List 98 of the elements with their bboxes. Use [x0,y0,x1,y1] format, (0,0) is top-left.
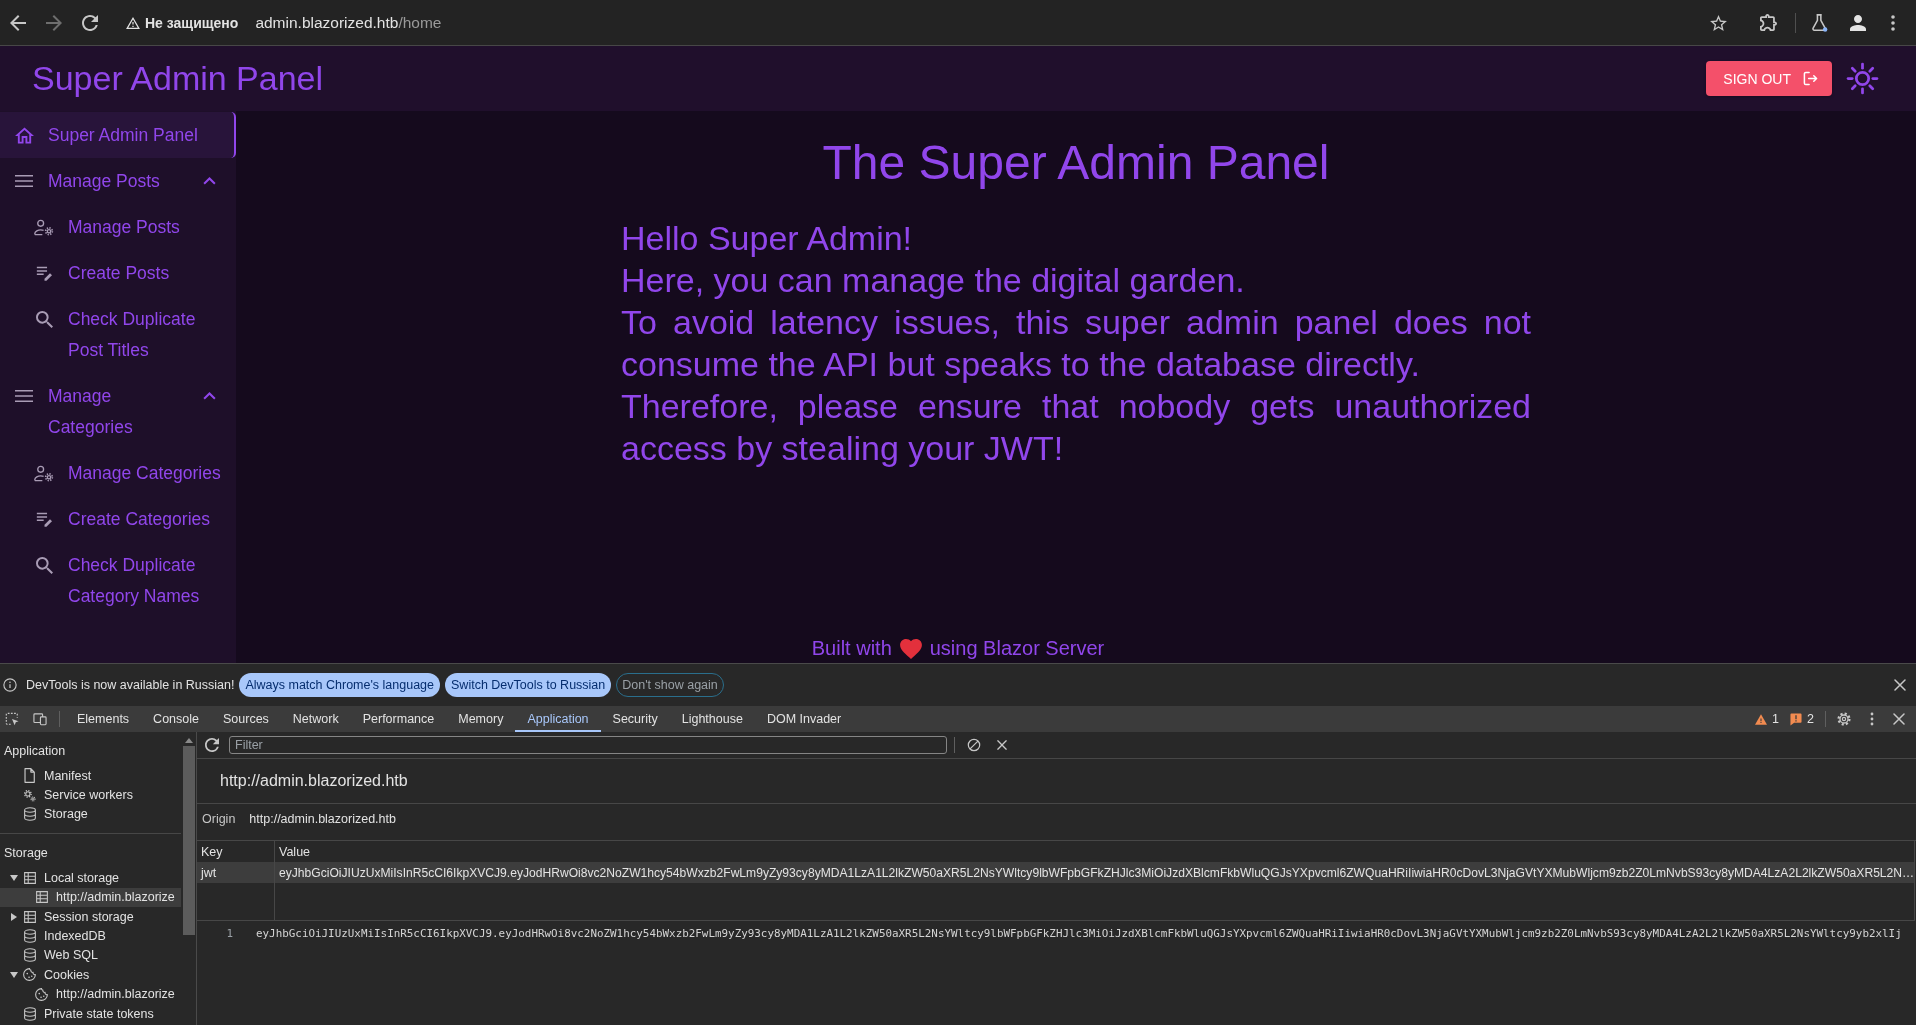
sun-icon[interactable] [1846,62,1879,95]
cookie-icon [35,987,48,1001]
tree-item[interactable]: http://admin.blazorize [0,887,181,907]
issue-icon [1790,712,1803,726]
nav-item[interactable]: Manage Posts [0,204,236,250]
table-cell: jwt [197,862,275,883]
heart-icon [899,638,922,659]
reload-icon[interactable] [82,14,98,31]
circle-slash-icon[interactable] [967,738,981,752]
line-number: 1 [226,926,233,940]
devices-icon[interactable] [33,712,47,726]
tree-item[interactable]: Local storage [0,868,181,888]
tree-item[interactable]: Cookies [0,965,181,985]
menu-icon [15,175,33,187]
devtools-tab[interactable]: Memory [446,706,516,732]
infobar-button[interactable]: Switch DevTools to Russian [445,673,612,697]
user-gear-icon [34,464,54,482]
tree-item[interactable]: Service workers [0,785,181,805]
devtools-tab[interactable]: Network [280,706,351,732]
close-icon[interactable] [1893,713,1905,725]
database-icon [23,807,36,822]
table-icon [23,910,36,923]
origin-label: Origin [202,812,236,826]
search-icon [35,310,53,328]
devtools-tab[interactable]: Lighthouse [669,706,755,732]
devtools-tab[interactable]: Security [600,706,670,732]
warning-icon [1755,713,1768,725]
tree-item[interactable]: IndexedDB [0,926,181,946]
list-pencil-icon [34,264,54,282]
table-row[interactable] [197,862,1914,883]
devtools-tab[interactable]: Elements [65,706,142,732]
puzzle-icon[interactable] [1760,14,1777,31]
warning-icon [126,16,140,29]
page-title: The Super Admin Panel [822,135,1330,191]
infobar-message: DevTools is now available in Russian! [26,678,235,692]
column-header[interactable]: Value [275,841,1914,862]
code-line: eyJhbGciOiJIUzUxMiIsInR5cCI6IkpXVCJ9.eyJodHRwOi8vc2NoZW1hcy54bWxzb2FwLm9yZy93cy8yMDA1LzA1L2lkZW50aXR5L2NsYWltcy9lbWFpbGFkZHJlc3MiOiJzdXBlcmFkbWluQGJsYXpvcml6ZWQuaHRiIiwiaHR0cDovL3NjaGVtYXMubWljcm9zb2Z0LmNvbS93cy8yMDA4LzA2L2lkZW50aXR5L2NsYWltcy9yb2xlIj [256,926,1902,940]
tree-item[interactable]: Web SQL [0,945,181,966]
menu-icon [15,390,33,402]
nav-item[interactable]: Create Categories [0,496,236,542]
file-icon [24,768,35,784]
scroll-up-arrow-icon[interactable] [184,738,193,743]
issues-counter[interactable]: 2 [1788,712,1816,726]
flask-icon[interactable] [1812,13,1828,32]
nav-item[interactable]: Manage Categories [0,373,236,450]
app-title: Super Admin Panel [32,59,324,98]
nav-item[interactable]: Create Posts [0,250,236,296]
tree-item[interactable]: Manifest [0,766,181,786]
devtools-tab[interactable]: DOM Invader [754,706,854,732]
inspect-icon[interactable] [5,712,19,726]
more-icon[interactable] [1891,14,1895,31]
user-gear-icon [34,218,54,236]
cookie-icon [23,968,36,982]
table-cell-text: eyJhbGciOiJIUzUxMiIsInR5cCI6IkpXVCJ9.eyJodHRwOi8vc2NoZW1hcy54bWxzb2FwLm9yZy93cy8yMDA1LzA1L2lkZW50aXR5L2NsYWltcy9lbWFpbGFkZHJlc3MiOiJzdXBlcmFkbWluQGJsYXpvcml6ZWQuaHRiIiwiaHR0cDovL3NjaGVtYXMubWljcm9zb2Z0LmNvbS93cy8yMDA4LzA2L2lkZW50aXR5L2N… [278,864,1914,882]
url-text[interactable]: admin.blazorized.htb/home [255,13,442,32]
origin-value: http://admin.blazorized.htb [249,812,396,826]
database-icon [23,948,36,963]
table-icon [23,871,36,884]
database-icon [23,1006,36,1021]
footer-text: using Blazor Server [929,637,1105,660]
devtools-tab[interactable]: Application [515,706,601,732]
close-icon[interactable] [1894,679,1906,691]
devtools-tab[interactable]: Sources [211,706,281,732]
home-icon [14,126,34,144]
nav-item[interactable]: Manage Posts [0,158,236,204]
devtools-tab[interactable]: Performance [350,706,447,732]
close-icon[interactable] [997,740,1007,750]
list-pencil-icon [34,510,54,528]
nav-item[interactable]: Check Duplicate Category Names [0,542,236,619]
nav-item[interactable]: Manage Categories [0,450,236,496]
section-title: Application [3,743,67,760]
filter-input[interactable]: Filter [229,736,947,754]
database-icon [23,929,36,944]
star-icon[interactable] [1710,14,1727,31]
gears-icon [23,788,36,802]
more-icon[interactable] [1870,712,1874,726]
refresh-icon[interactable] [205,738,219,752]
profile-icon[interactable] [1850,14,1866,31]
devtools-tab[interactable]: Console [141,706,211,732]
origin-title: http://admin.blazorized.htb [220,772,408,790]
nav-item[interactable]: Check Duplicate Post Titles [0,296,236,373]
table-icon [35,891,48,904]
search-icon [35,556,53,574]
back-icon[interactable] [10,14,26,31]
footer-text: Built with [811,637,892,660]
settings-icon[interactable] [1837,712,1851,726]
section-title: Storage [3,845,49,863]
info-icon [3,678,17,692]
tree-item[interactable]: Private state tokens [0,1003,181,1024]
scrollbar-thumb[interactable] [182,746,195,935]
warnings-counter[interactable]: 1 [1753,712,1782,726]
tree-item[interactable]: Session storage [0,906,181,927]
tree-item[interactable]: http://admin.blazorize [0,984,181,1004]
sign-out-icon [1803,71,1818,86]
tree-item[interactable]: Storage [0,804,181,825]
infobar-button[interactable]: Always match Chrome's language [239,673,441,697]
security-chip[interactable]: Не защищено [120,8,245,37]
intro-paragraph: Hello Super Admin! Here, you can manage the digital garden. To avoid latency issues, this super admin panel does not consume the API but speaks to the database directly. Therefore, please ensure that nobody gets unauthorized access by stealing your JWT! [621,218,1531,469]
